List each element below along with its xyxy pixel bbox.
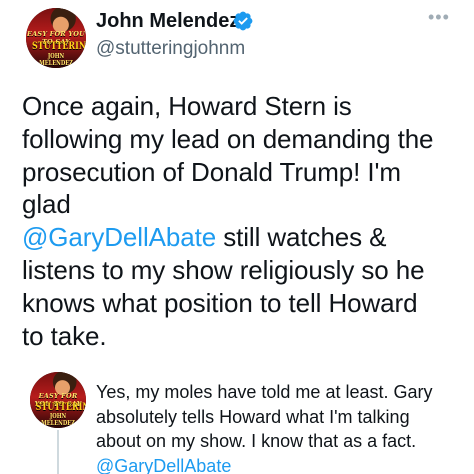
tweet-text-line: following my lead on demanding the — [22, 123, 434, 154]
tweet-text-line: listens to my show religiously so he — [22, 254, 425, 285]
reply-author-avatar[interactable]: EASY FOR YOU TO SAY STUTTERING JOHN MELE… — [30, 372, 86, 428]
tweet-text-line: glad — [22, 189, 71, 220]
reply-text-line: about on my show. I know that as a fact. — [96, 431, 417, 451]
tweet-text: Once again, Howard Stern is following my… — [22, 90, 472, 352]
tweet-text-line: @GaryDellAbate still watches & — [22, 221, 472, 254]
mention-link[interactable]: @GaryDellAbate — [96, 456, 231, 474]
tweet-text-line: knows what position to tell Howard — [22, 287, 418, 318]
reply-text-line: @GaryDellAbate — [96, 454, 472, 474]
author-avatar[interactable]: EASY FOR YOU TO SAY STUTTERING JOHN MELE… — [26, 8, 86, 68]
tweet-text-line: Once again, Howard Stern is — [22, 91, 352, 121]
avatar-text-line3: JOHN MELENDEZ — [39, 53, 73, 67]
reply-text-line: absolutely tells Howard what I'm talking — [96, 406, 410, 427]
verified-badge-icon — [233, 11, 253, 31]
avatar-text-line2: STUTTERING — [35, 402, 86, 413]
tweet-text-line: to take. — [22, 320, 107, 351]
author-handle[interactable]: @stutteringjohnm — [96, 38, 245, 60]
reply-text: Yes, my moles have told me at least. Gar… — [96, 380, 472, 474]
mention-link[interactable]: @GaryDellAbate — [22, 222, 216, 252]
reply-text-line: Yes, my moles have told me at least. Gar… — [96, 382, 433, 402]
thread-connector-line — [57, 430, 59, 474]
avatar-text-line2: STUTTERING — [32, 41, 86, 52]
more-options-icon[interactable]: ••• — [428, 8, 452, 26]
author-name[interactable]: John Melendez — [96, 10, 239, 33]
tweet-text-line: prosecution of Donald Trump! I'm — [22, 156, 401, 187]
avatar-text-line3: JOHN MELENDEZ — [41, 413, 75, 427]
tweet-text-fragment: still watches & — [216, 222, 387, 253]
